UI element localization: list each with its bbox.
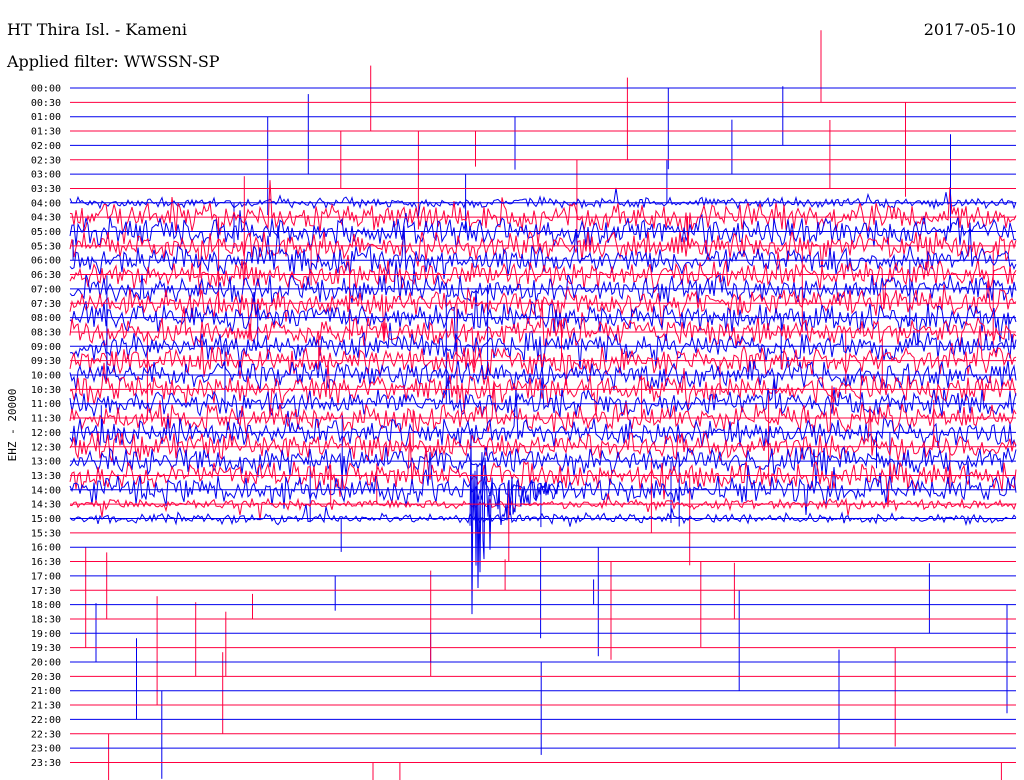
time-tick-label: 08:00 <box>31 313 61 324</box>
time-tick-label: 19:30 <box>31 643 61 654</box>
time-tick-label: 00:00 <box>31 84 61 95</box>
time-tick-label: 16:00 <box>31 543 61 554</box>
time-tick-label: 22:30 <box>31 729 61 740</box>
time-tick-label: 14:00 <box>31 485 61 496</box>
time-tick-label: 09:30 <box>31 356 61 367</box>
time-tick-label: 21:00 <box>31 686 61 697</box>
filter-label: Applied filter: WWSSN-SP <box>6 52 220 71</box>
time-tick-label: 13:00 <box>31 457 61 468</box>
station-title: HT Thira Isl. - Kameni <box>7 20 187 39</box>
time-tick-label: 21:30 <box>31 701 61 712</box>
time-tick-label: 12:30 <box>31 442 61 453</box>
time-tick-label: 20:00 <box>31 658 61 669</box>
time-tick-label: 14:30 <box>31 500 61 511</box>
time-tick-label: 23:00 <box>31 744 61 755</box>
date-label: 2017-05-10 <box>924 20 1016 39</box>
time-tick-label: 10:00 <box>31 371 61 382</box>
time-tick-label: 01:30 <box>31 127 61 138</box>
time-tick-label: 17:00 <box>31 571 61 582</box>
time-tick-label: 08:30 <box>31 327 61 338</box>
time-tick-label: 03:00 <box>31 170 61 181</box>
time-tick-label: 06:00 <box>31 256 61 267</box>
time-tick-label: 17:30 <box>31 586 61 597</box>
time-tick-label: 02:30 <box>31 155 61 166</box>
channel-label: EHZ - 20000 <box>6 389 19 462</box>
time-tick-label: 07:00 <box>31 284 61 295</box>
time-tick-label: 04:00 <box>31 198 61 209</box>
time-tick-label: 15:30 <box>31 528 61 539</box>
time-tick-label: 20:30 <box>31 672 61 683</box>
time-tick-label: 23:30 <box>31 758 61 769</box>
time-tick-label: 03:30 <box>31 184 61 195</box>
time-tick-label: 10:30 <box>31 385 61 396</box>
time-tick-label: 15:00 <box>31 514 61 525</box>
time-tick-label: 16:30 <box>31 557 61 568</box>
time-tick-label: 13:30 <box>31 471 61 482</box>
time-tick-label: 12:00 <box>31 428 61 439</box>
time-tick-label: 18:00 <box>31 600 61 611</box>
time-tick-label: 22:00 <box>31 715 61 726</box>
time-tick-label: 18:30 <box>31 614 61 625</box>
time-tick-label: 04:30 <box>31 213 61 224</box>
time-tick-label: 01:00 <box>31 112 61 123</box>
time-tick-label: 06:30 <box>31 270 61 281</box>
time-tick-label: 09:00 <box>31 342 61 353</box>
helicorder-plot: 00:00 00:30 01:00 01:30 02:00 02:30 03:00 03:30… <box>0 0 1024 780</box>
time-tick-label: 11:00 <box>31 399 61 410</box>
time-tick-label: 11:30 <box>31 414 61 425</box>
time-tick-label: 00:30 <box>31 98 61 109</box>
time-tick-label: 05:30 <box>31 241 61 252</box>
time-tick-label: 05:00 <box>31 227 61 238</box>
time-tick-label: 02:00 <box>31 141 61 152</box>
time-tick-label: 07:30 <box>31 299 61 310</box>
time-tick-label: 19:00 <box>31 629 61 640</box>
